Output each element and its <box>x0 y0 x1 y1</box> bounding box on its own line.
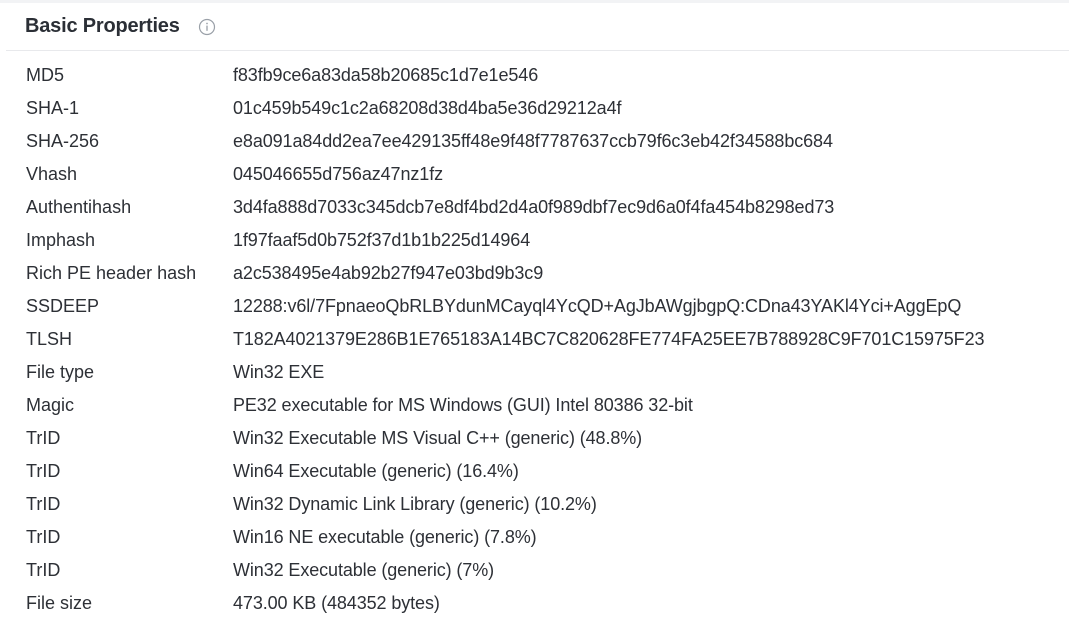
property-label: TrID <box>26 428 61 448</box>
property-value: 12288:v6l/7FpnaeoQbRLBYdunMCayql4YcQD+Ag… <box>233 296 962 316</box>
property-row-vhash: Vhash 045046655d756az47nz1fz <box>26 158 1069 191</box>
properties-list: MD5 f83fb9ce6a83da58b20685c1d7e1e546 SHA… <box>26 59 1069 620</box>
basic-properties-panel: Basic Properties MD5 f83fb9ce6a83da58b20… <box>0 0 1069 639</box>
property-label: TLSH <box>26 329 73 349</box>
property-label: File size <box>26 593 93 613</box>
property-value: Win32 Executable MS Visual C++ (generic)… <box>233 428 643 448</box>
property-row-trid: TrID Win32 Dynamic Link Library (generic… <box>26 488 1069 521</box>
property-label: File type <box>26 362 95 382</box>
property-row-trid: TrID Win64 Executable (generic) (16.4%) <box>26 455 1069 488</box>
property-row-rich-pe-header-hash: Rich PE header hash a2c538495e4ab92b27f9… <box>26 257 1069 290</box>
property-row-trid: TrID Win32 Executable (generic) (7%) <box>26 554 1069 587</box>
property-value: f83fb9ce6a83da58b20685c1d7e1e546 <box>233 65 539 85</box>
property-label: TrID <box>26 461 61 481</box>
property-label: MD5 <box>26 65 65 85</box>
property-value: T182A4021379E286B1E765183A14BC7C820628FE… <box>233 329 985 349</box>
property-value: a2c538495e4ab92b27f947e03bd9b3c9 <box>233 263 544 283</box>
property-value: Win32 Dynamic Link Library (generic) (10… <box>233 494 597 514</box>
property-label: Magic <box>26 395 75 415</box>
property-label: Vhash <box>26 164 78 184</box>
property-value: PE32 executable for MS Windows (GUI) Int… <box>233 395 693 415</box>
property-value: e8a091a84dd2ea7ee429135ff48e9f48f7787637… <box>233 131 833 151</box>
property-label: Rich PE header hash <box>26 263 197 283</box>
property-value: 473.00 KB (484352 bytes) <box>233 593 440 613</box>
property-value: Win16 NE executable (generic) (7.8%) <box>233 527 537 547</box>
property-label: TrID <box>26 494 61 514</box>
property-row-magic: Magic PE32 executable for MS Windows (GU… <box>26 389 1069 422</box>
property-value: Win32 EXE <box>233 362 325 382</box>
property-label: Authentihash <box>26 197 132 217</box>
property-row-sha1: SHA-1 01c459b549c1c2a68208d38d4ba5e36d29… <box>26 92 1069 125</box>
property-label: Imphash <box>26 230 96 250</box>
property-value: 045046655d756az47nz1fz <box>233 164 443 184</box>
property-row-ssdeep: SSDEEP 12288:v6l/7FpnaeoQbRLBYdunMCayql4… <box>26 290 1069 323</box>
property-row-md5: MD5 f83fb9ce6a83da58b20685c1d7e1e546 <box>26 59 1069 92</box>
property-row-file-type: File type Win32 EXE <box>26 356 1069 389</box>
section-title: Basic Properties <box>25 15 180 37</box>
property-label: SSDEEP <box>26 296 100 316</box>
property-row-trid: TrID Win32 Executable MS Visual C++ (gen… <box>26 422 1069 455</box>
property-label: TrID <box>26 560 61 580</box>
property-row-tlsh: TLSH T182A4021379E286B1E765183A14BC7C820… <box>26 323 1069 356</box>
property-value: 3d4fa888d7033c345dcb7e8df4bd2d4a0f989dbf… <box>233 197 835 217</box>
property-row-file-size: File size 473.00 KB (484352 bytes) <box>26 587 1069 620</box>
property-value: Win64 Executable (generic) (16.4%) <box>233 461 519 481</box>
property-value: 01c459b549c1c2a68208d38d4ba5e36d29212a4f <box>233 98 622 118</box>
property-value: 1f97faaf5d0b752f37d1b1b225d14964 <box>233 230 531 250</box>
property-row-authentihash: Authentihash 3d4fa888d7033c345dcb7e8df4b… <box>26 191 1069 224</box>
property-label: SHA-256 <box>26 131 100 151</box>
property-label: SHA-1 <box>26 98 80 118</box>
property-row-sha256: SHA-256 e8a091a84dd2ea7ee429135ff48e9f48… <box>26 125 1069 158</box>
section-header: Basic Properties <box>6 3 1069 51</box>
property-row-imphash: Imphash 1f97faaf5d0b752f37d1b1b225d14964 <box>26 224 1069 257</box>
property-value: Win32 Executable (generic) (7%) <box>233 560 495 580</box>
info-circle-icon[interactable] <box>198 18 216 36</box>
property-label: TrID <box>26 527 61 547</box>
property-row-trid: TrID Win16 NE executable (generic) (7.8%… <box>26 521 1069 554</box>
